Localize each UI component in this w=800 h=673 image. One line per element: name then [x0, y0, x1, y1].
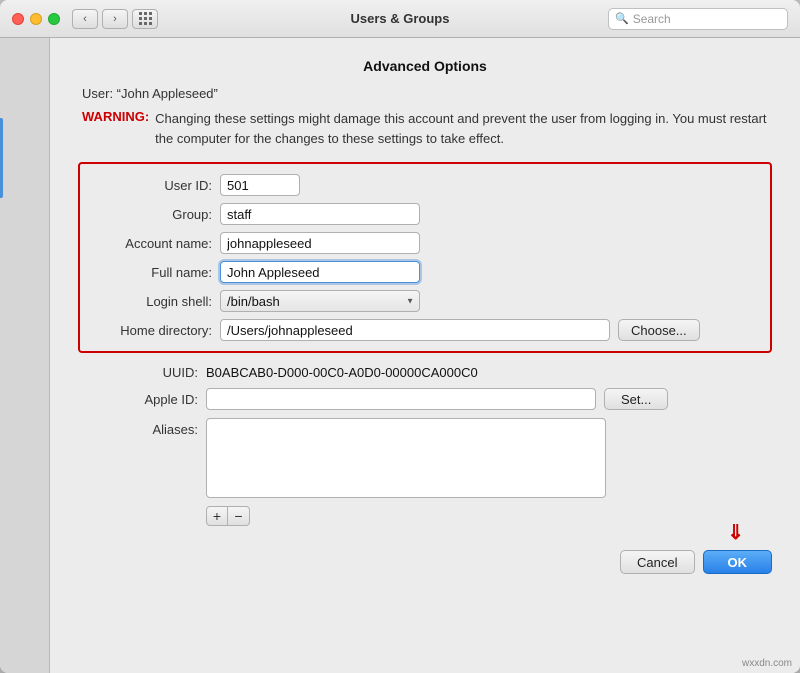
grid-icon	[139, 12, 152, 25]
bottom-buttons: ⇓ Cancel OK	[78, 542, 772, 574]
full-name-input[interactable]	[220, 261, 420, 283]
aliases-controls: + −	[206, 506, 772, 526]
group-row: Group:	[92, 203, 758, 225]
warning-box: WARNING: Changing these settings might d…	[82, 109, 772, 148]
main-content: Advanced Options User: “John Appleseed” …	[50, 38, 800, 673]
group-label: Group:	[92, 207, 212, 222]
full-name-row: Full name:	[92, 261, 758, 283]
maximize-button[interactable]	[48, 13, 60, 25]
account-name-label: Account name:	[92, 236, 212, 251]
uuid-value: B0ABCAB0-D000-00C0-A0D0-00000CA000C0	[206, 365, 478, 380]
user-id-input[interactable]	[220, 174, 300, 196]
login-shell-row: Login shell: /bin/bash /bin/zsh /bin/sh …	[92, 290, 758, 312]
choose-button[interactable]: Choose...	[618, 319, 700, 341]
home-directory-label: Home directory:	[92, 323, 212, 338]
nav-buttons: ‹ ›	[72, 9, 128, 29]
warning-text: Changing these settings might damage thi…	[155, 109, 772, 148]
close-button[interactable]	[12, 13, 24, 25]
account-name-row: Account name:	[92, 232, 758, 254]
search-placeholder: Search	[633, 12, 781, 26]
red-border-section: User ID: Group: Account name: Full name:	[78, 162, 772, 353]
main-window: ‹ › Users & Groups 🔍 Search Advanced Opt…	[0, 0, 800, 673]
apple-id-label: Apple ID:	[78, 392, 198, 407]
remove-alias-button[interactable]: −	[228, 506, 250, 526]
dialog-title: Advanced Options	[78, 58, 772, 74]
search-icon: 🔍	[615, 12, 629, 25]
sidebar-accent	[0, 118, 3, 198]
uuid-row: UUID: B0ABCAB0-D000-00C0-A0D0-00000CA000…	[78, 365, 772, 380]
forward-button[interactable]: ›	[102, 9, 128, 29]
search-box[interactable]: 🔍 Search	[608, 8, 788, 30]
home-directory-input[interactable]	[220, 319, 610, 341]
login-shell-select[interactable]: /bin/bash /bin/zsh /bin/sh /usr/bin/fals…	[220, 290, 420, 312]
watermark: wxxdn.com	[742, 658, 792, 669]
user-label: User: “John Appleseed”	[82, 86, 772, 101]
warning-label: WARNING:	[82, 109, 149, 148]
apple-id-input[interactable]	[206, 388, 596, 410]
set-button[interactable]: Set...	[604, 388, 668, 410]
user-id-row: User ID:	[92, 174, 758, 196]
back-button[interactable]: ‹	[72, 9, 98, 29]
home-directory-row: Home directory: Choose...	[92, 319, 758, 341]
apple-id-row: Apple ID: Set...	[78, 388, 772, 410]
titlebar: ‹ › Users & Groups 🔍 Search	[0, 0, 800, 38]
account-name-input[interactable]	[220, 232, 420, 254]
minimize-button[interactable]	[30, 13, 42, 25]
sidebar	[0, 38, 50, 673]
add-alias-button[interactable]: +	[206, 506, 228, 526]
aliases-row: Aliases:	[78, 418, 772, 498]
uuid-label: UUID:	[78, 365, 198, 380]
group-input[interactable]	[220, 203, 420, 225]
window-body: Advanced Options User: “John Appleseed” …	[0, 38, 800, 673]
login-shell-wrapper: /bin/bash /bin/zsh /bin/sh /usr/bin/fals…	[220, 290, 420, 312]
aliases-label: Aliases:	[78, 422, 198, 437]
home-dir-container: Choose...	[220, 319, 758, 341]
user-id-label: User ID:	[92, 178, 212, 193]
aliases-box[interactable]	[206, 418, 606, 498]
login-shell-label: Login shell:	[92, 294, 212, 309]
arrow-down-icon: ⇓	[727, 520, 744, 545]
cancel-button[interactable]: Cancel	[620, 550, 694, 574]
window-title: Users & Groups	[351, 11, 450, 26]
ok-button[interactable]: OK	[703, 550, 773, 574]
traffic-lights	[12, 13, 60, 25]
full-name-label: Full name:	[92, 265, 212, 280]
grid-view-button[interactable]	[132, 9, 158, 29]
